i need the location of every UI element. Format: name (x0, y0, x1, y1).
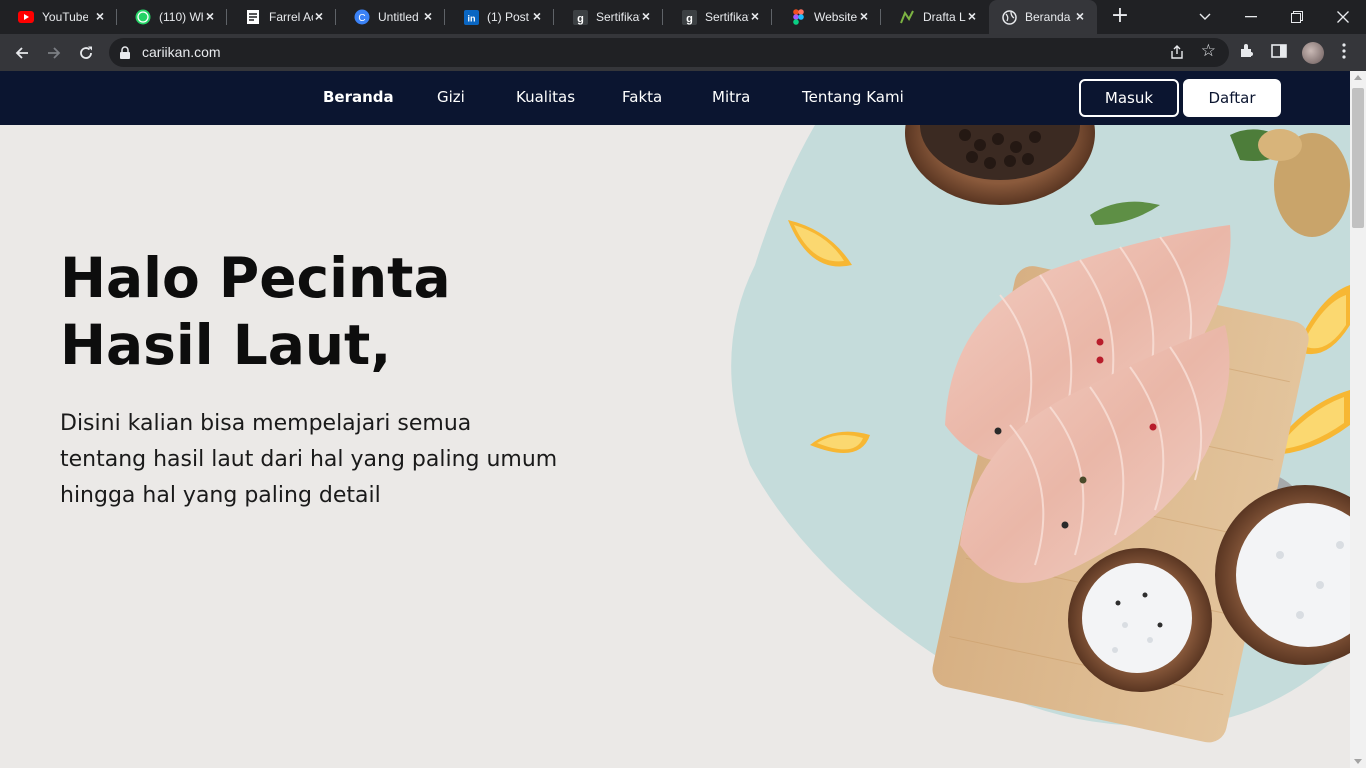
address-bar[interactable]: cariikan.com ☆ (109, 38, 1229, 67)
reload-button[interactable] (74, 41, 98, 65)
extensions-icon[interactable] (1238, 43, 1256, 61)
svg-text:g: g (577, 13, 584, 25)
close-tab-icon[interactable]: × (965, 9, 979, 23)
webpage: Beranda Gizi Kualitas Fakta Mitra Tentan… (0, 71, 1350, 768)
forward-button[interactable] (42, 41, 66, 65)
tab-sertifikat-1[interactable]: g Sertifikat × (554, 0, 663, 34)
close-tab-icon[interactable]: × (203, 9, 217, 23)
globe-icon (1001, 9, 1017, 25)
nav-link-mitra[interactable]: Mitra (712, 88, 750, 106)
tab-search-icon[interactable] (1182, 0, 1228, 34)
close-tab-icon[interactable]: × (748, 9, 762, 23)
restore-button[interactable] (1274, 0, 1320, 34)
whatsapp-icon (135, 9, 151, 25)
minimize-button[interactable] (1228, 0, 1274, 34)
svg-text:in: in (467, 13, 475, 23)
canva-icon: C (354, 9, 370, 25)
close-tab-icon[interactable]: × (639, 9, 653, 23)
nav-link-kualitas[interactable]: Kualitas (516, 88, 575, 106)
nav-link-gizi[interactable]: Gizi (437, 88, 465, 106)
browser-toolbar: cariikan.com ☆ (0, 34, 1366, 71)
login-button[interactable]: Masuk (1079, 79, 1179, 117)
page-scrollbar[interactable] (1350, 71, 1366, 768)
figma-icon (790, 9, 806, 25)
close-tab-icon[interactable]: × (421, 9, 435, 23)
nav-link-fakta[interactable]: Fakta (622, 88, 662, 106)
tab-youtube[interactable]: YouTube × (0, 0, 117, 34)
side-panel-icon[interactable] (1270, 43, 1288, 61)
g-icon: g (572, 9, 588, 25)
site-navbar: Beranda Gizi Kualitas Fakta Mitra Tentan… (0, 71, 1350, 125)
tab-sertifikat-2[interactable]: g Sertifikat × (663, 0, 772, 34)
share-icon[interactable] (1169, 44, 1185, 60)
hero-description: Disini kalian bisa mempelajari semua ten… (60, 411, 558, 508)
linkedin-icon: in (463, 9, 479, 25)
close-tab-icon[interactable]: × (857, 9, 871, 23)
tab-whatsapp[interactable]: (110) WhatsApp × (117, 0, 227, 34)
tab-beranda[interactable]: Beranda × (989, 0, 1097, 34)
lock-icon (119, 45, 133, 59)
hero-title: Halo Pecinta Hasil Laut, (60, 246, 451, 377)
document-icon (245, 9, 261, 25)
close-tab-icon[interactable]: × (312, 9, 326, 23)
close-tab-icon[interactable]: × (93, 9, 107, 23)
tab-linkedin[interactable]: in (1) Post | LinkedIn × (445, 0, 554, 34)
scroll-thumb[interactable] (1352, 88, 1364, 228)
close-tab-icon[interactable]: × (1073, 9, 1087, 23)
tab-drafta[interactable]: Drafta L × (881, 0, 989, 34)
register-button[interactable]: Daftar (1183, 79, 1281, 117)
salt-bowl-bottom (1068, 548, 1212, 692)
nav-link-beranda[interactable]: Beranda (323, 88, 394, 106)
url-text: cariikan.com (142, 44, 221, 60)
close-window-button[interactable] (1320, 0, 1366, 34)
profile-avatar[interactable] (1302, 42, 1324, 64)
svg-text:g: g (686, 13, 693, 25)
drafta-icon (899, 9, 915, 25)
scroll-up-icon[interactable] (1354, 75, 1362, 80)
tab-website[interactable]: Website × (772, 0, 881, 34)
svg-text:C: C (358, 13, 365, 24)
back-button[interactable] (10, 41, 34, 65)
youtube-icon (18, 9, 34, 25)
hero-seafood-image (731, 125, 1350, 743)
browser-menu-icon[interactable] (1335, 43, 1353, 61)
browser-tab-strip: YouTube × (110) WhatsApp × Farrel Ac × C… (0, 0, 1366, 34)
close-tab-icon[interactable]: × (530, 9, 544, 23)
nav-link-tentang-kami[interactable]: Tentang Kami (802, 88, 904, 106)
tab-farrel[interactable]: Farrel Ac × (227, 0, 336, 34)
new-tab-button[interactable]: + (1108, 5, 1132, 29)
tab-untitled[interactable]: C Untitled × (336, 0, 445, 34)
bookmark-star-icon[interactable]: ☆ (1201, 41, 1216, 61)
scroll-down-icon[interactable] (1354, 759, 1362, 764)
g-icon: g (681, 9, 697, 25)
